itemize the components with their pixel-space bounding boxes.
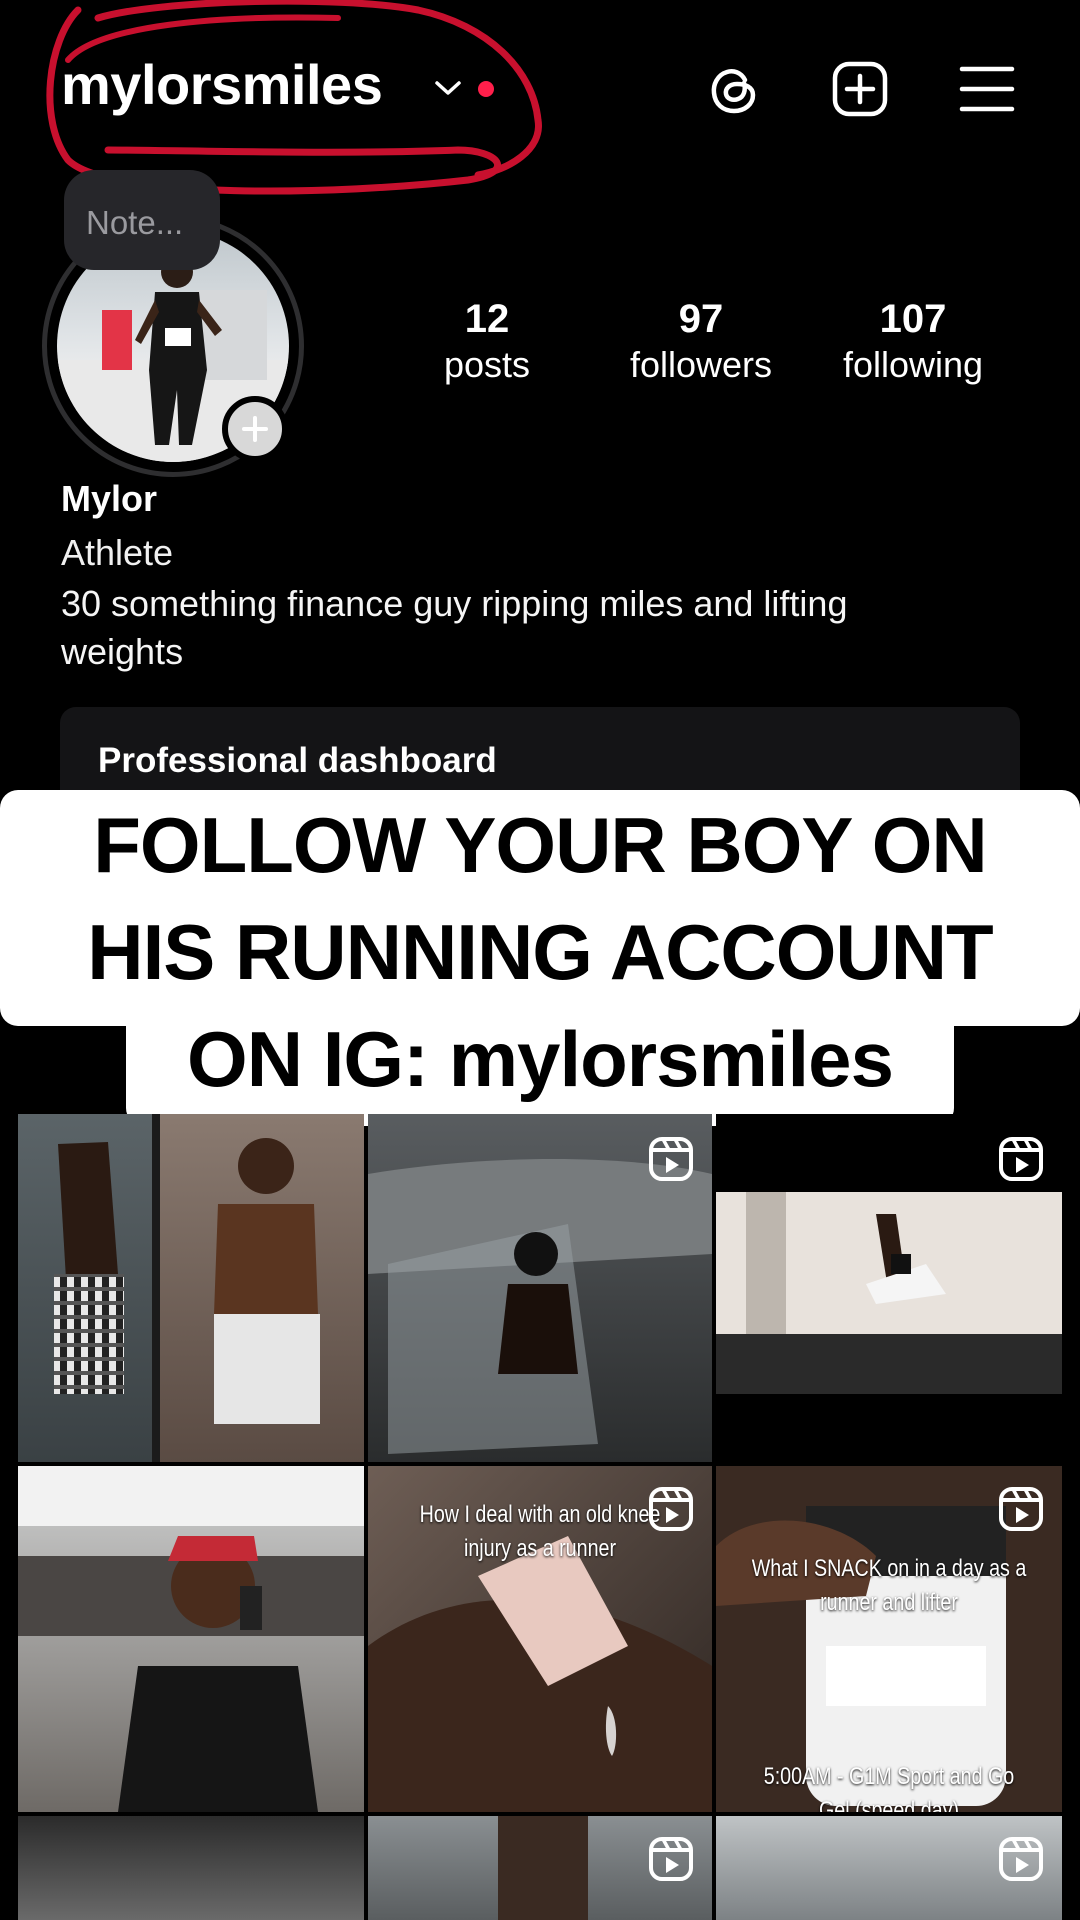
add-story-button[interactable] — [222, 396, 288, 462]
stat-posts-label: posts — [443, 344, 531, 385]
stat-posts[interactable]: 12 posts — [392, 296, 582, 388]
profile-bio: 30 something finance guy ripping miles a… — [61, 583, 848, 672]
threads-icon[interactable] — [705, 60, 763, 118]
caption-line-1: FOLLOW YOUR BOY ON — [93, 801, 987, 889]
reels-icon — [999, 1137, 1043, 1181]
stat-following-label: following — [842, 344, 984, 385]
stat-following[interactable]: 107 following — [818, 296, 1008, 388]
reels-icon — [999, 1487, 1043, 1531]
stat-following-value: 107 — [879, 297, 947, 341]
create-post-icon[interactable] — [831, 60, 889, 118]
post-tile-7[interactable] — [18, 1816, 364, 1920]
caption-line-3: ON IG: mylorsmiles — [187, 1015, 894, 1103]
post-6-caption-bottom: 5:00AM - G1M Sport and Go Gel (speed day… — [763, 1763, 1015, 1812]
plus-icon — [242, 416, 268, 442]
reels-icon — [999, 1837, 1043, 1881]
menu-icon[interactable] — [958, 60, 1016, 118]
note-bubble[interactable]: Note... — [64, 170, 220, 270]
reels-icon — [649, 1137, 693, 1181]
profile-name: Mylor — [61, 478, 158, 519]
caption-line-2: HIS RUNNING ACCOUNT — [87, 908, 993, 996]
reels-icon — [649, 1487, 693, 1531]
post-tile-4[interactable] — [18, 1466, 364, 1812]
professional-dashboard-label: Professional dashboard — [98, 741, 497, 780]
post-5-caption: How I deal with an old knee injury as a … — [419, 1501, 661, 1562]
stat-followers-label: followers — [629, 344, 773, 385]
post-tile-1[interactable] — [18, 1114, 364, 1462]
profile-category: Athlete — [61, 532, 174, 573]
stat-posts-value: 12 — [464, 297, 510, 341]
stat-followers[interactable]: 97 followers — [606, 296, 796, 388]
stat-followers-value: 97 — [678, 297, 724, 341]
post-6-caption: What I SNACK on in a day as a runner and… — [751, 1555, 1027, 1616]
reels-icon — [649, 1837, 693, 1881]
